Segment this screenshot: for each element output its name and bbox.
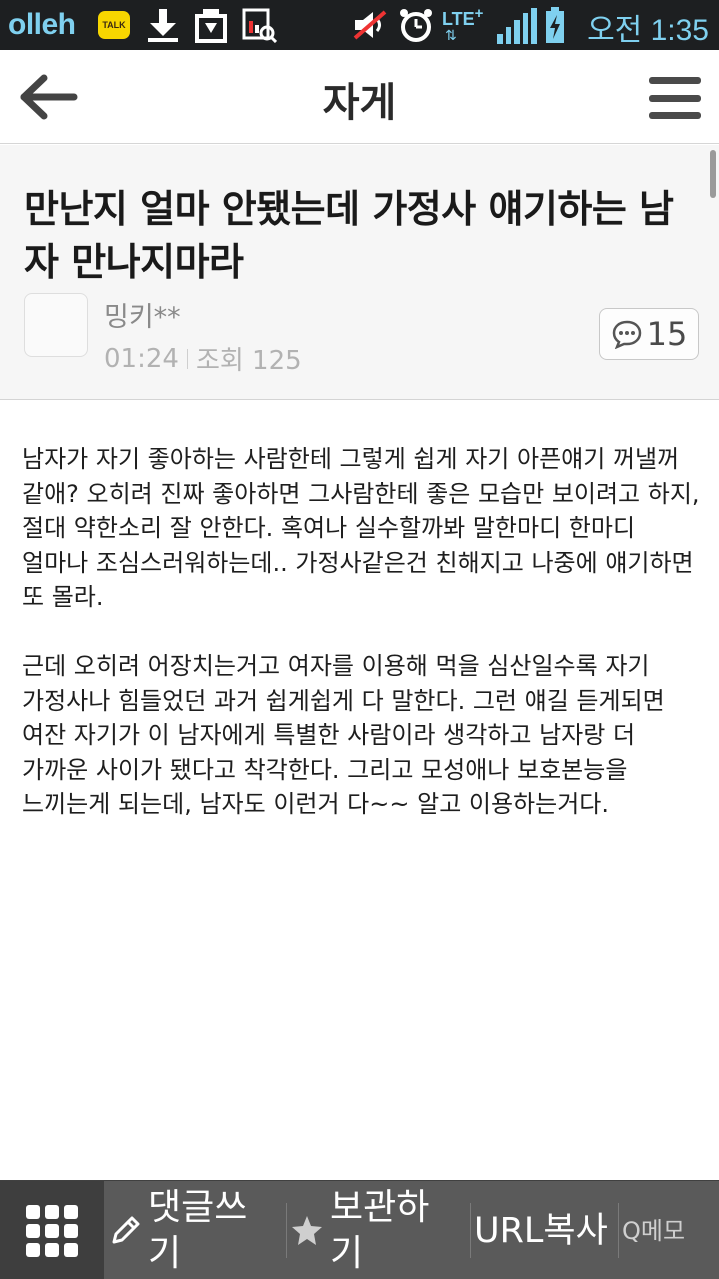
post-time: 01:24 bbox=[104, 343, 179, 374]
view-count: 조회 125 bbox=[195, 346, 302, 376]
menu-button[interactable] bbox=[649, 77, 701, 119]
post-meta: 01:24 조회 125 bbox=[104, 340, 302, 377]
mute-icon bbox=[350, 6, 390, 44]
page-title: 자게 bbox=[322, 80, 397, 126]
apps-grid-button[interactable] bbox=[0, 1181, 104, 1279]
scrollbar[interactable] bbox=[710, 150, 716, 198]
status-bar: olleh TALK LTE+ ⇅ 오전 1:35 bbox=[0, 0, 719, 50]
toolbar-divider bbox=[470, 1203, 471, 1258]
hamburger-icon-line bbox=[649, 77, 701, 84]
speech-bubble-icon bbox=[612, 320, 641, 349]
screenshot-icon bbox=[240, 6, 278, 44]
alarm-icon bbox=[396, 6, 436, 44]
qmemo-label: Q메모 bbox=[622, 1216, 686, 1245]
lte-icon: LTE+ bbox=[442, 5, 483, 30]
battery-charging-icon bbox=[542, 6, 568, 44]
download-icon bbox=[144, 6, 182, 44]
network-plus: + bbox=[474, 5, 484, 22]
install-icon bbox=[192, 6, 230, 44]
carrier-name: olleh bbox=[8, 8, 76, 41]
toolbar-divider bbox=[618, 1203, 619, 1258]
avatar[interactable] bbox=[24, 293, 88, 357]
bottom-toolbar: 댓글쓰기 보관하기 URL복사 Q메모 bbox=[0, 1180, 719, 1279]
bookmark-label: 보관하기 bbox=[330, 1186, 430, 1274]
clock: 오전 1:35 bbox=[587, 14, 709, 47]
kakaotalk-icon: TALK bbox=[98, 11, 130, 39]
author-name[interactable]: 밍키** bbox=[104, 295, 181, 334]
qmemo-button[interactable]: Q메모 bbox=[622, 1181, 714, 1279]
toolbar-divider bbox=[286, 1203, 287, 1258]
write-comment-button[interactable]: 댓글쓰기 bbox=[108, 1181, 284, 1279]
hamburger-icon-line bbox=[649, 94, 701, 102]
hamburger-icon-line bbox=[649, 112, 701, 119]
body-paragraph: 남자가 자기 좋아하는 사람한테 그렇게 쉽게 자기 아픈얘기 꺼낼꺼 같애? … bbox=[22, 445, 700, 611]
body-paragraph: 근데 오히려 어장치는거고 여자를 이용해 먹을 심산일수록 자기 가정사나 힘… bbox=[22, 652, 665, 818]
copy-url-label: URL복사 bbox=[474, 1210, 608, 1251]
post-header: 만난지 얼마 안됐는데 가정사 얘기하는 남자 만나지마라 밍키** 01:24… bbox=[0, 145, 719, 400]
write-comment-label: 댓글쓰기 bbox=[148, 1186, 248, 1274]
app-header: 자게 bbox=[0, 50, 719, 144]
copy-url-button[interactable]: URL복사 bbox=[474, 1181, 614, 1279]
data-activity-icon: ⇅ bbox=[445, 28, 457, 44]
signal-icon bbox=[497, 8, 537, 44]
network-type: LTE bbox=[442, 9, 475, 29]
comment-count: 15 bbox=[646, 315, 688, 353]
comment-count-button[interactable]: 15 bbox=[599, 308, 699, 360]
post-title: 만난지 얼마 안됐는데 가정사 얘기하는 남자 만나지마라 bbox=[24, 187, 674, 284]
post-body: 남자가 자기 좋아하는 사람한테 그렇게 쉽게 자기 아픈얘기 꺼낼꺼 같애? … bbox=[22, 442, 702, 856]
pencil-icon bbox=[112, 1216, 140, 1243]
meta-divider bbox=[186, 348, 188, 369]
bookmark-button[interactable]: 보관하기 bbox=[290, 1181, 466, 1279]
star-icon bbox=[292, 1215, 322, 1245]
